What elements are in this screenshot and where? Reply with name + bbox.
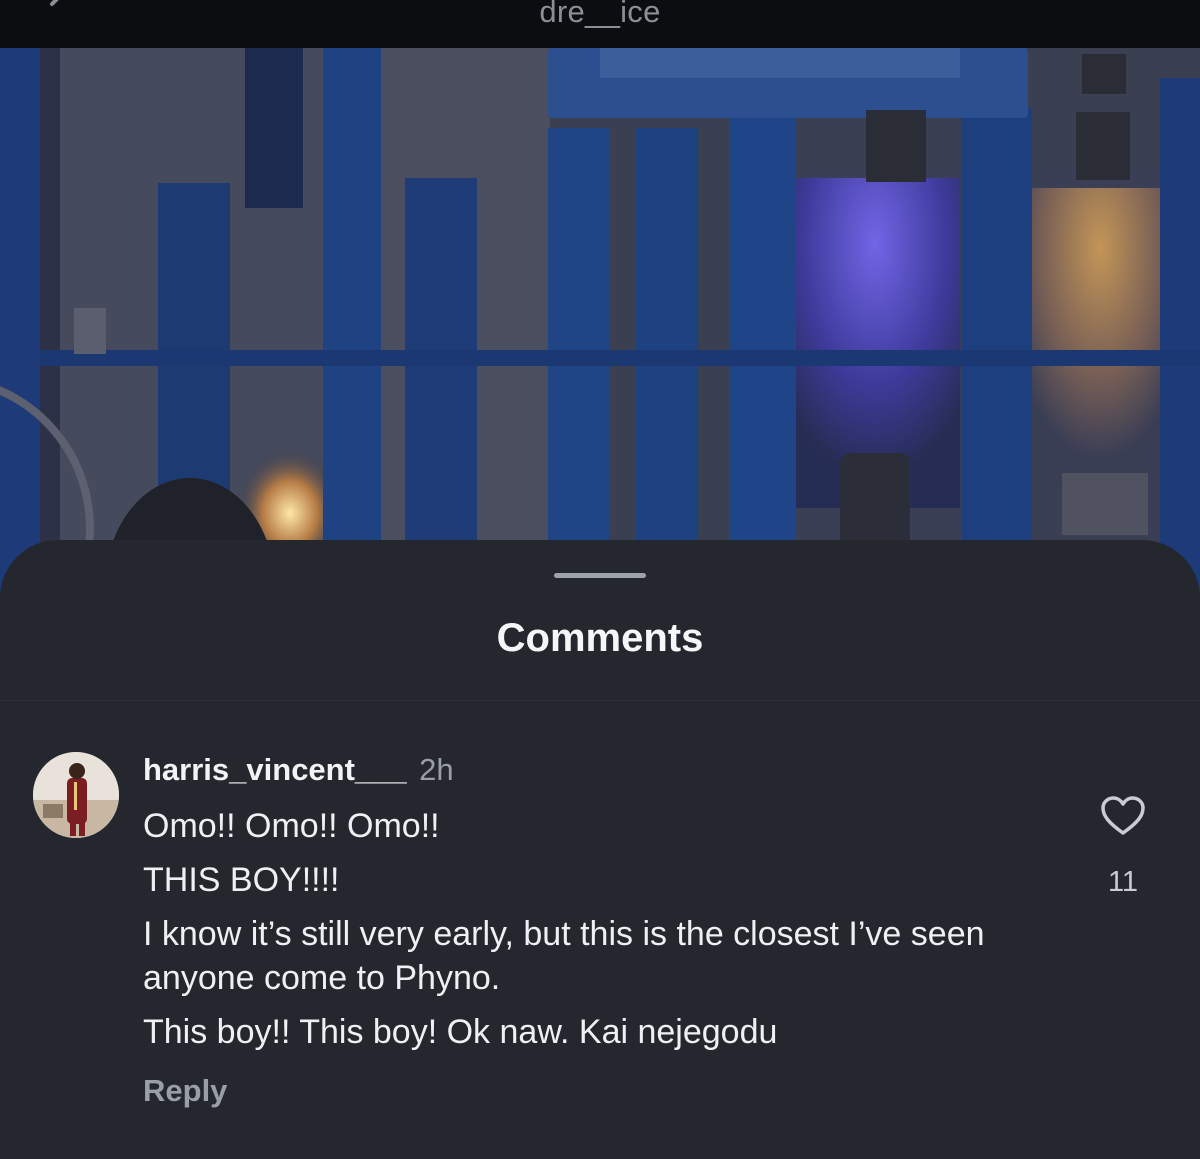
avatar[interactable]	[33, 752, 119, 838]
reply-button[interactable]: Reply	[143, 1073, 227, 1109]
comment-line: I know it’s still very early, but this i…	[143, 915, 985, 997]
video-background[interactable]	[0, 48, 1200, 608]
comment-text: Omo!! Omo!! Omo!! THIS BOY!!!! I know it…	[143, 804, 1063, 1064]
comment-username[interactable]: harris_vincent___	[143, 752, 407, 787]
header-title: dre__ice	[539, 0, 661, 29]
heart-outline-icon[interactable]	[1100, 795, 1146, 837]
like-count: 11	[1107, 866, 1139, 898]
comment-timestamp: 2h	[419, 752, 454, 787]
comment-line: Omo!! Omo!! Omo!!	[143, 807, 440, 845]
divider	[0, 700, 1200, 701]
top-header: dre__ice	[0, 0, 1200, 48]
comment-line: THIS BOY!!!!	[143, 861, 340, 899]
comments-sheet: Comments harris_vincent___ 2h Omo!! Omo!…	[0, 540, 1200, 1159]
sheet-title: Comments	[496, 616, 704, 660]
drag-handle[interactable]	[554, 573, 646, 578]
comment-header: harris_vincent___ 2h	[143, 752, 454, 788]
comment-line: This boy!! This boy! Ok naw. Kai nejegod…	[143, 1013, 778, 1051]
